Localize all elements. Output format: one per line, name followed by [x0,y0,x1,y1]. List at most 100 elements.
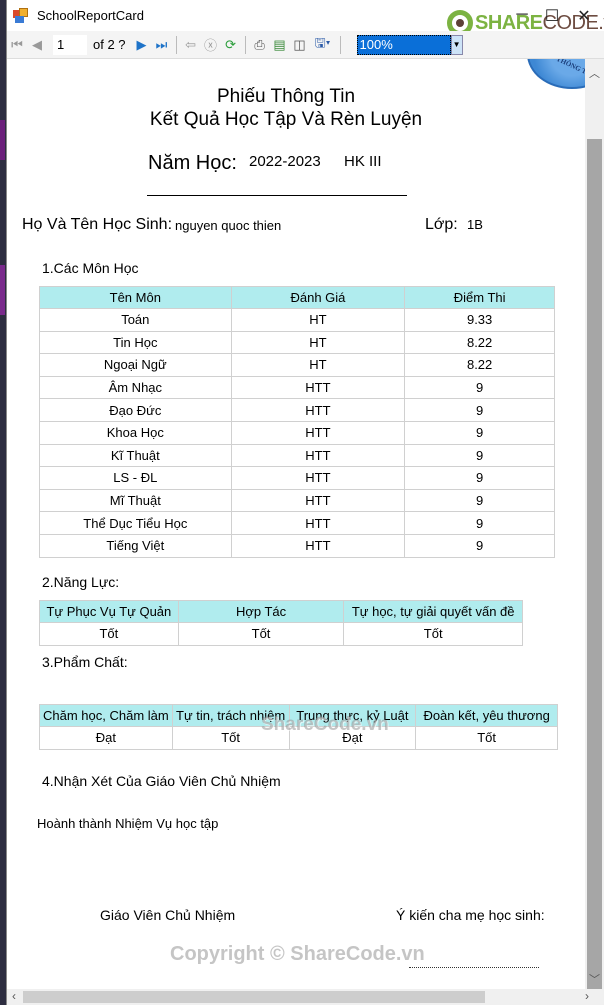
class-value: 1B [467,217,483,232]
scroll-up-icon[interactable]: ︿ [585,65,604,81]
watermark-center: ShareCode.vn [261,714,389,735]
table-row: Tin Học HT 8.22 [39,330,555,355]
school-seal-image: PHỔ THÔNG TH [527,59,585,89]
column-header-competency: Hợp Tác [177,600,345,623]
table-cell: 8.22 [404,353,555,377]
save-icon: 🖫▾ [314,34,331,50]
horizontal-scroll-thumb[interactable] [23,991,485,1003]
back-arrow-icon: ⇦ [185,36,196,52]
competencies-table: Tự Phục Vụ Tự Quản Hợp Tác Tự học, tự gi… [39,600,523,646]
column-header-quality: Đoàn kết, yêu thương [415,704,558,727]
table-cell: HTT [230,375,406,400]
column-header-quality: Chăm học, Chăm làm [39,704,173,727]
table-cell: 9 [404,375,555,400]
toolbar-separator [339,35,341,54]
refresh-button[interactable]: ⟳ [221,35,241,55]
table-cell: LS - ĐL [39,466,232,490]
table-row: Tốt Tốt Tốt [39,622,523,646]
horizontal-scrollbar[interactable]: ‹ › [7,989,604,1005]
table-cell: Khoa Học [39,420,232,445]
refresh-icon: ⟳ [225,36,236,52]
table-row: Âm Nhạc HTT 9 [39,375,555,400]
title-bar: SchoolReportCard SHARECODE.vn ─ ☐ ✕ [7,0,604,36]
student-name-value: nguyen quoc thien [175,218,282,233]
vertical-scrollbar[interactable]: ︿ ﹀ [585,59,604,989]
table-cell: HTT [230,488,406,513]
zoom-select[interactable]: 100% [356,34,451,55]
maximize-button[interactable]: ☐ [537,6,567,26]
school-year-value: 2022-2023 [249,153,321,170]
table-cell: Đạo Đức [39,398,232,422]
teacher-signature-label: Giáo Viên Chủ Nhiệm [100,907,236,923]
desktop-background-accent [0,265,5,315]
scroll-right-icon[interactable]: › [585,989,589,1003]
previous-page-icon: ◀ [32,36,42,52]
table-cell: 9 [404,443,555,468]
table-row: Mĩ Thuật HTT 9 [39,488,555,513]
table-cell: 9 [404,511,555,535]
report-title-line2: Kết Quả Học Tập Và Rèn Luyện [149,109,423,130]
term-value: HK III [344,153,382,170]
table-row: Thể Dục Tiểu Học HTT 9 [39,511,555,535]
parent-opinion-label: Ý kiến cha mẹ học sinh: [396,907,545,923]
table-cell: HT [230,330,406,355]
parent-signature-line [409,967,539,968]
chevron-down-icon: ▼ [452,39,461,49]
column-header-evaluation: Đánh Giá [230,286,406,309]
section-teacher-comment-heading: 4.Nhận Xét Của Giáo Viên Chủ Nhiệm [42,773,281,789]
export-button[interactable]: 🖫▾ [310,35,336,55]
stop-icon: ⓧ [204,38,218,53]
watermark-footer: Copyright © ShareCode.vn [170,943,425,965]
report-toolbar: ⏮ ◀ of 2 ? ▶ ⏭ ⇦ ⓧ ⟳ ⎙ ▤ ◫ 🖫▾ 100% ▼ [7,31,604,59]
table-cell: HT [230,353,406,377]
vertical-scroll-thumb[interactable] [587,139,602,989]
section-subjects-heading: 1.Các Môn Học [42,260,139,276]
close-button[interactable]: ✕ [569,6,599,26]
scroll-left-icon[interactable]: ‹ [12,989,16,1003]
stop-button[interactable]: ⓧ [201,35,221,55]
section-qualities-heading: 3.Phẩm Chất: [42,654,128,670]
current-page-input[interactable] [53,34,87,55]
table-cell: HTT [230,511,406,535]
first-page-button[interactable]: ⏮ [7,35,27,55]
book-icon: ◫ [293,36,306,52]
minimize-button[interactable]: ─ [507,6,537,24]
print-layout-button[interactable]: ▤ [270,35,290,55]
section-competencies-heading: 2.Năng Lực: [42,574,120,590]
last-page-icon: ⏭ [155,36,168,52]
class-label: Lớp: [425,216,458,233]
column-header-competency: Tự học, tự giải quyết vấn đề [343,600,523,623]
table-cell: Âm Nhạc [39,375,232,400]
column-header-competency: Tự Phục Vụ Tự Quản [39,600,179,623]
table-cell: Tốt [415,726,558,750]
student-name-label: Họ Và Tên Học Sinh: [22,216,173,233]
page-setup-button[interactable]: ◫ [290,35,310,55]
scroll-down-icon[interactable]: ﹀ [585,971,604,987]
page-layout-icon: ▤ [273,36,286,52]
table-cell: Đạt [39,726,173,750]
last-page-button[interactable]: ⏭ [152,35,172,55]
column-header-subject: Tên Môn [39,286,232,309]
table-row: Khoa Học HTT 9 [39,420,555,445]
table-cell: Tốt [39,622,179,646]
print-button[interactable]: ⎙ [250,35,270,55]
table-cell: 9 [404,420,555,445]
table-cell: HTT [230,398,406,422]
column-header-score: Điểm Thi [404,286,555,309]
table-row: Tiếng Việt HTT 9 [39,533,555,558]
zoom-dropdown-button[interactable]: ▼ [450,34,463,55]
report-title-line1: Phiếu Thông Tin [216,86,356,107]
table-row: Toán HT 9.33 [39,308,555,332]
report-page: PHỔ THÔNG TH Phiếu Thông Tin Kết Quả Học… [7,59,585,989]
school-year-label: Năm Học: [148,152,237,174]
printer-icon: ⎙ [254,36,265,52]
table-cell: HTT [230,466,406,490]
table-row: Kĩ Thuật HTT 9 [39,443,555,468]
table-row: Ngoại Ngữ HT 8.22 [39,353,555,377]
next-page-button[interactable]: ▶ [132,35,152,55]
table-cell: Thể Dục Tiểu Học [39,511,232,535]
toolbar-separator [244,35,246,54]
table-cell: HTT [230,443,406,468]
previous-page-button[interactable]: ◀ [27,35,47,55]
back-button[interactable]: ⇦ [181,35,201,55]
